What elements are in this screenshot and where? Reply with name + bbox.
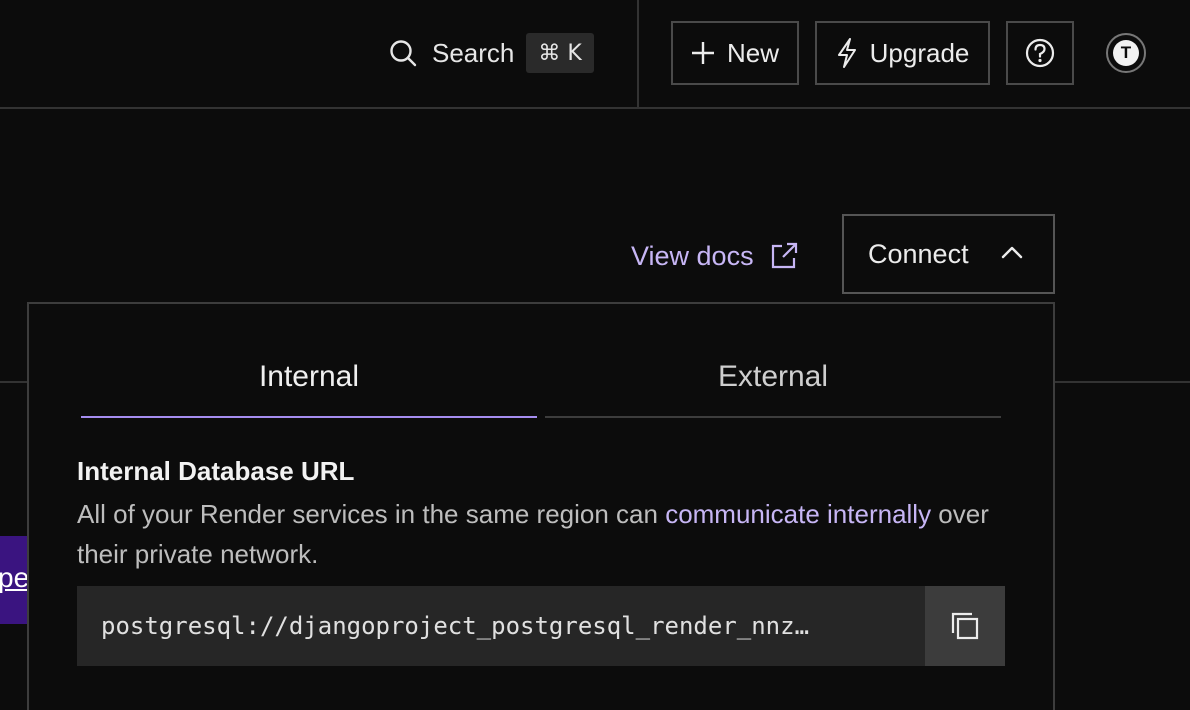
connect-panel: Internal External Internal Database URL … xyxy=(27,302,1055,710)
plus-icon xyxy=(691,41,715,65)
background-link-chip[interactable]: pe xyxy=(0,536,28,624)
connect-button-label: Connect xyxy=(868,238,969,269)
background-link-text: pe xyxy=(0,562,28,593)
communicate-internally-link[interactable]: communicate internally xyxy=(665,499,931,529)
tab-underline xyxy=(545,416,1001,418)
lightning-icon xyxy=(836,38,858,68)
help-icon xyxy=(1025,38,1055,68)
tab-internal[interactable]: Internal xyxy=(81,360,537,394)
description-text: All of your Render services in the same … xyxy=(77,499,666,529)
avatar-initial: T xyxy=(1113,40,1139,66)
search-label: Search xyxy=(432,37,515,68)
search-shortcut-badge: ⌘ K xyxy=(526,33,594,73)
top-header: Search ⌘ K New Upgrade T xyxy=(0,0,1190,109)
page-divider xyxy=(1054,381,1190,383)
copy-button[interactable] xyxy=(925,586,1005,666)
search-icon xyxy=(388,38,418,68)
connect-button[interactable]: Connect xyxy=(842,214,1055,294)
new-button-label: New xyxy=(726,37,779,68)
tab-external[interactable]: External xyxy=(545,360,1001,394)
view-docs-link[interactable]: View docs xyxy=(631,236,798,276)
section-title: Internal Database URL xyxy=(77,456,355,486)
upgrade-button-label: Upgrade xyxy=(869,37,970,68)
view-docs-label: View docs xyxy=(631,240,754,271)
avatar[interactable]: T xyxy=(1106,33,1146,73)
upgrade-button[interactable]: Upgrade xyxy=(815,21,990,85)
database-url-input[interactable] xyxy=(101,612,901,640)
chevron-up-icon xyxy=(1001,244,1023,260)
copy-icon xyxy=(950,611,980,641)
help-button[interactable] xyxy=(1006,21,1074,85)
search-button[interactable]: Search ⌘ K xyxy=(388,33,594,73)
section-description: All of your Render services in the same … xyxy=(77,494,997,574)
active-tab-indicator xyxy=(81,416,537,418)
page-divider xyxy=(0,381,28,383)
header-divider xyxy=(637,0,639,108)
external-link-icon xyxy=(770,242,798,270)
new-button[interactable]: New xyxy=(671,21,799,85)
database-url-field xyxy=(77,586,927,666)
